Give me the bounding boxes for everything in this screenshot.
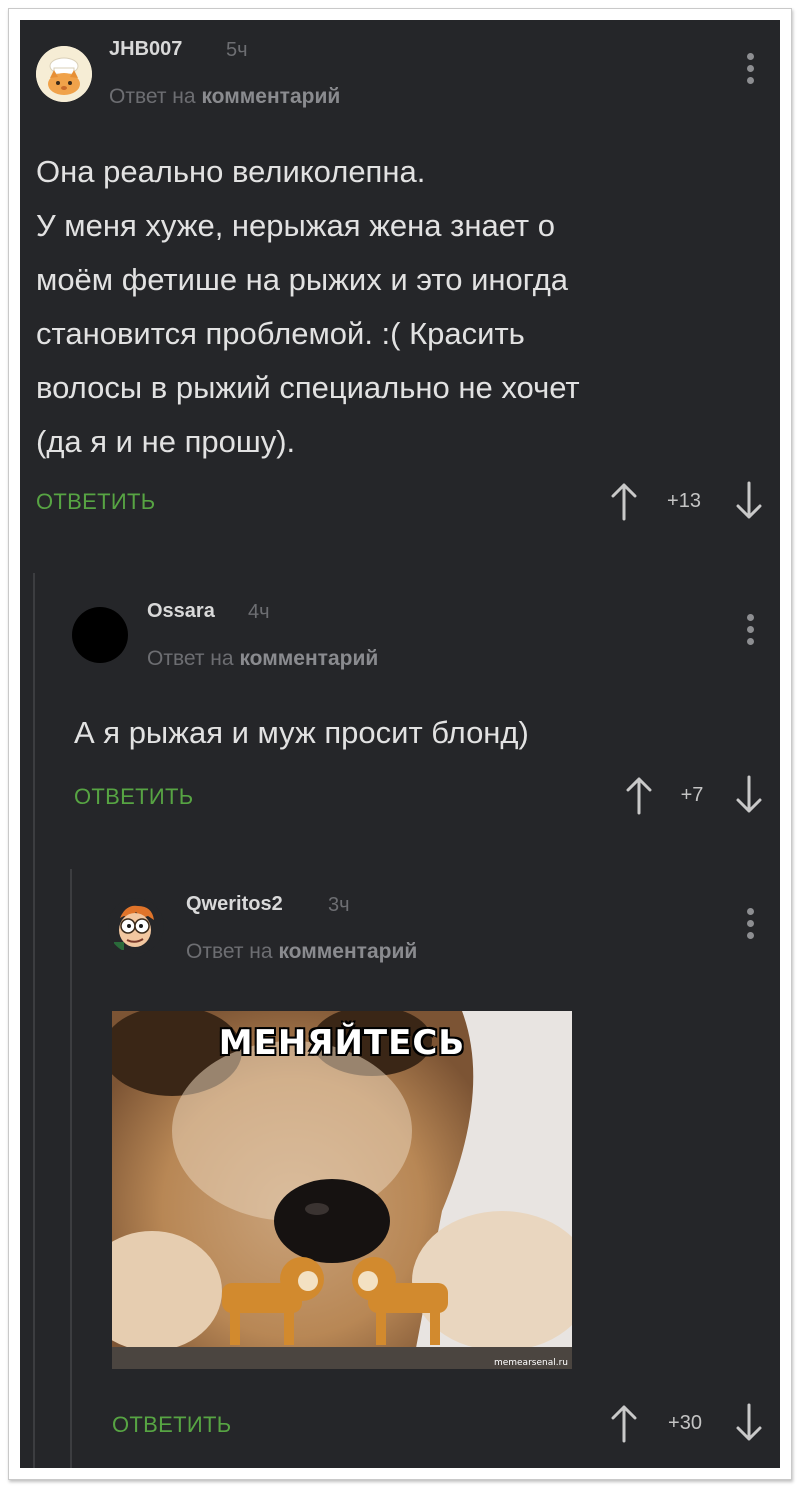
comment-text-line: моём фетише на рыжих и это иногда: [36, 262, 569, 297]
arrow-up-icon[interactable]: [609, 481, 639, 521]
comment-time: 5ч: [226, 39, 248, 61]
more-vertical-icon[interactable]: [744, 908, 756, 942]
reply-to-link[interactable]: комментарий: [278, 940, 417, 963]
reply-to-prefix: Ответ на: [186, 940, 273, 963]
avatar[interactable]: [108, 898, 164, 954]
avatar[interactable]: [72, 607, 128, 663]
reply-button[interactable]: ОТВЕТИТЬ: [112, 1412, 231, 1438]
cartoon-face-avatar-icon: [114, 905, 154, 950]
thread-line-level-1: [33, 573, 35, 1468]
arrow-down-icon[interactable]: [734, 481, 764, 521]
reply-to-link[interactable]: комментарий: [239, 647, 378, 670]
reply-to-line: Ответ на комментарий: [109, 85, 340, 109]
meme-caption: МЕНЯЙТЕСЬ: [218, 1023, 466, 1063]
reply-to-link[interactable]: комментарий: [201, 85, 340, 108]
reply-to-prefix: Ответ на: [109, 85, 196, 108]
comment-time: 4ч: [248, 601, 270, 623]
comment-text-line: (да я и не прошу).: [36, 424, 296, 459]
arrow-down-icon[interactable]: [734, 1403, 764, 1443]
reply-button[interactable]: ОТВЕТИТЬ: [74, 784, 193, 810]
meme-watermark: memearsenal.ru: [493, 1358, 568, 1368]
arrow-up-icon[interactable]: [624, 775, 654, 815]
cat-chef-avatar-icon: [36, 46, 92, 102]
comment-text: А я рыжая и муж просит блонд): [74, 706, 529, 760]
arrow-up-icon[interactable]: [609, 1403, 639, 1443]
comment-text: Она реально великолепна. У меня хуже, не…: [36, 145, 580, 469]
thread-line-level-2: [70, 869, 72, 1468]
vote-score: +13: [667, 490, 701, 512]
more-vertical-icon[interactable]: [744, 53, 756, 87]
comments-screen: JHB007 5ч Ответ на комментарий Она реаль…: [20, 20, 780, 1468]
vote-score: +30: [668, 1412, 702, 1434]
username[interactable]: JHB007: [109, 38, 182, 61]
comment-text-line: волосы в рыжий специально не хочет: [36, 370, 580, 405]
more-vertical-icon[interactable]: [744, 614, 756, 648]
reply-to-prefix: Ответ на: [147, 647, 234, 670]
comment-text-line: становится проблемой. :( Красить: [36, 316, 525, 351]
comment-time: 3ч: [328, 894, 350, 916]
reply-to-line: Ответ на комментарий: [147, 647, 378, 671]
comment-text-line: Она реально великолепна.: [36, 154, 426, 189]
username[interactable]: Qweritos2: [186, 893, 283, 916]
arrow-down-icon[interactable]: [734, 775, 764, 815]
comment-text-line: У меня хуже, нерыжая жена знает о: [36, 208, 555, 243]
comment-text-line: А я рыжая и муж просит блонд): [74, 715, 529, 750]
reply-to-line: Ответ на комментарий: [186, 940, 417, 964]
avatar[interactable]: [36, 46, 92, 102]
dog-with-toys-picture: [112, 1011, 572, 1369]
reply-button[interactable]: ОТВЕТИТЬ: [36, 489, 155, 515]
username[interactable]: Ossara: [147, 600, 215, 623]
vote-score: +7: [680, 784, 704, 806]
meme-image[interactable]: МЕНЯЙТЕСЬ memearsenal.ru: [112, 1011, 572, 1369]
